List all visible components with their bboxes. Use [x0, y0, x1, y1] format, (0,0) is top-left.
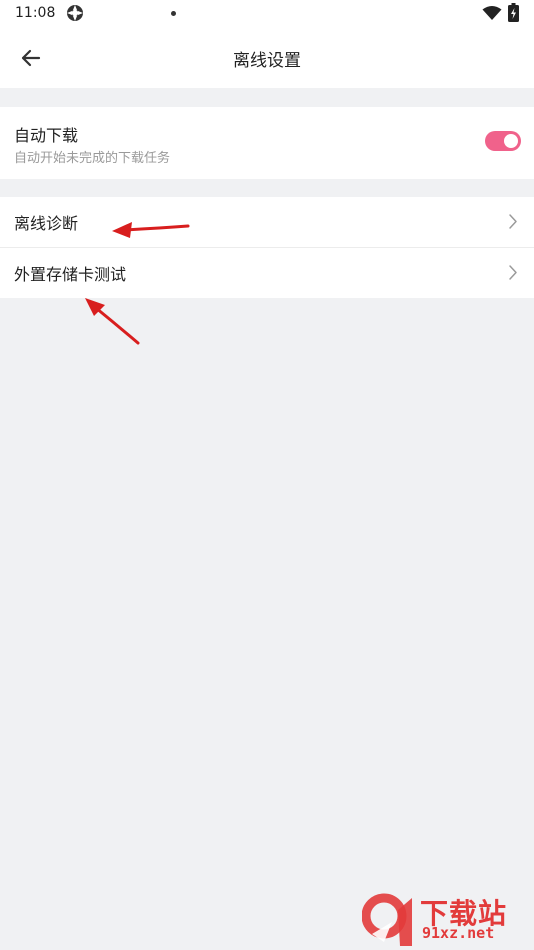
chevron-right-icon — [509, 265, 517, 280]
page: 11:08 离线设置 自动下载 自动开始未完成的下载任务 离线诊断 外置存储卡测… — [0, 0, 534, 950]
auto-download-subtitle: 自动开始未完成的下载任务 — [14, 151, 171, 166]
auto-download-title: 自动下载 — [14, 126, 79, 145]
sd-card-test-label: 外置存储卡测试 — [14, 265, 127, 284]
chevron-right-icon — [509, 214, 517, 229]
offline-diagnosis-item[interactable]: 离线诊断 — [0, 197, 534, 247]
page-title: 离线设置 — [233, 51, 301, 71]
auto-download-card: 自动下载 自动开始未完成的下载任务 — [0, 107, 534, 179]
header: 离线设置 — [0, 28, 534, 88]
status-time: 11:08 — [15, 5, 56, 21]
notification-dot-icon — [171, 11, 176, 16]
offline-diagnosis-label: 离线诊断 — [14, 214, 79, 233]
watermark-logo: 下载站 91xz.net — [361, 890, 532, 948]
watermark-badge-icon — [361, 893, 412, 946]
battery-icon — [508, 3, 519, 22]
vpn-icon — [67, 5, 83, 21]
sd-card-test-item[interactable]: 外置存储卡测试 — [0, 247, 534, 297]
watermark-domain: 91xz.net — [422, 924, 495, 942]
status-bar: 11:08 — [0, 0, 534, 28]
annotation-arrow-2 — [85, 298, 140, 345]
toggle-knob — [504, 134, 518, 148]
auto-download-toggle[interactable] — [485, 131, 521, 151]
wifi-icon — [482, 6, 502, 20]
settings-list: 离线诊断 外置存储卡测试 — [0, 197, 534, 298]
